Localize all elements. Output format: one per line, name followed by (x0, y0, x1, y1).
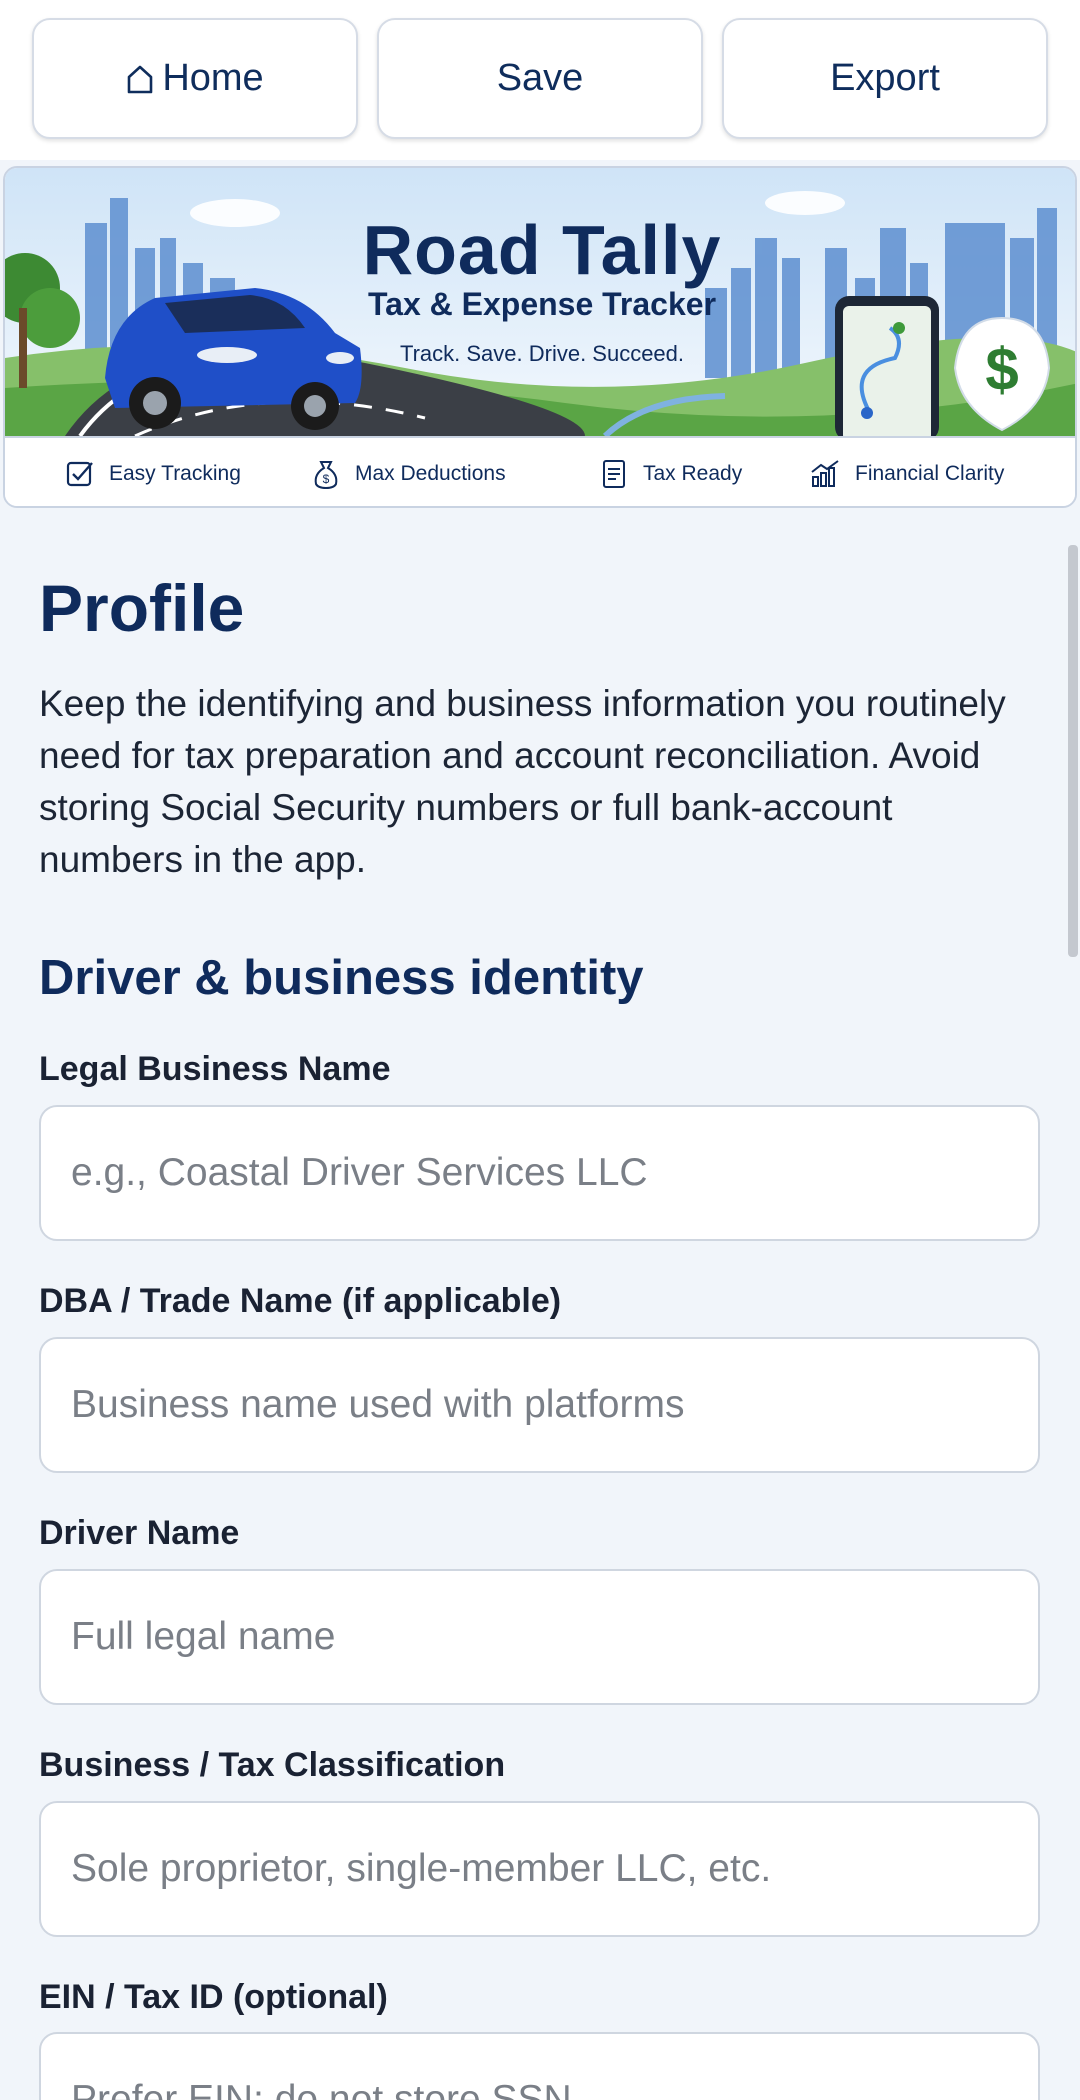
driver-name-input[interactable] (39, 1569, 1040, 1705)
dba-trade-name-input[interactable] (39, 1337, 1040, 1473)
svg-text:$: $ (323, 472, 330, 486)
checkbox-icon (66, 461, 93, 487)
banner-subtitle: Tax & Expense Tracker (367, 286, 717, 322)
feature-strip: Easy Tracking $ Max Deductions Tax Ready (5, 436, 1075, 506)
tax-classification-input[interactable] (39, 1801, 1040, 1937)
feature-label: Easy Tracking (109, 462, 241, 485)
section-title: Driver & business identity (39, 951, 644, 1005)
page-title: Profile (39, 571, 245, 645)
feature-tax-ready: Tax Ready (599, 438, 743, 506)
export-button-label: Export (830, 57, 940, 99)
save-button-label: Save (496, 57, 584, 99)
tax-classification-label: Business / Tax Classification (39, 1746, 506, 1784)
legal-business-name-label: Legal Business Name (39, 1050, 391, 1088)
page-scrollbar[interactable] (1068, 545, 1078, 957)
page-intro: Keep the identifying and business inform… (39, 683, 1006, 880)
save-button[interactable]: Save (377, 18, 703, 139)
feature-max-deductions: $ Max Deductions (311, 438, 506, 506)
banner-tagline: Track. Save. Drive. Succeed. (399, 341, 685, 366)
feature-financial-clarity: Financial Clarity (809, 438, 1005, 506)
ein-tax-id-label: EIN / Tax ID (optional) (39, 1978, 388, 2016)
feature-label: Financial Clarity (855, 462, 1005, 485)
legal-business-name-input[interactable] (39, 1105, 1040, 1241)
feature-label: Max Deductions (355, 462, 506, 485)
home-button-label: Home (162, 57, 264, 99)
home-button[interactable]: Home (32, 18, 358, 139)
banner-title: Road Tally (362, 211, 722, 289)
dba-trade-name-label: DBA / Trade Name (if applicable) (39, 1282, 562, 1320)
document-icon (603, 460, 625, 488)
ein-tax-id-input[interactable] (39, 2032, 1040, 2100)
home-icon (126, 64, 154, 94)
feature-label: Tax Ready (643, 462, 743, 485)
growth-chart-icon (811, 460, 839, 487)
money-bag-icon: $ (314, 461, 338, 490)
app-banner: $ Road Tally Tax & Expense Tracker Track… (3, 166, 1077, 508)
driver-name-label: Driver Name (39, 1514, 240, 1552)
feature-easy-tracking: Easy Tracking (65, 438, 241, 506)
top-nav: Home Save Export (0, 0, 1080, 160)
export-button[interactable]: Export (722, 18, 1048, 139)
